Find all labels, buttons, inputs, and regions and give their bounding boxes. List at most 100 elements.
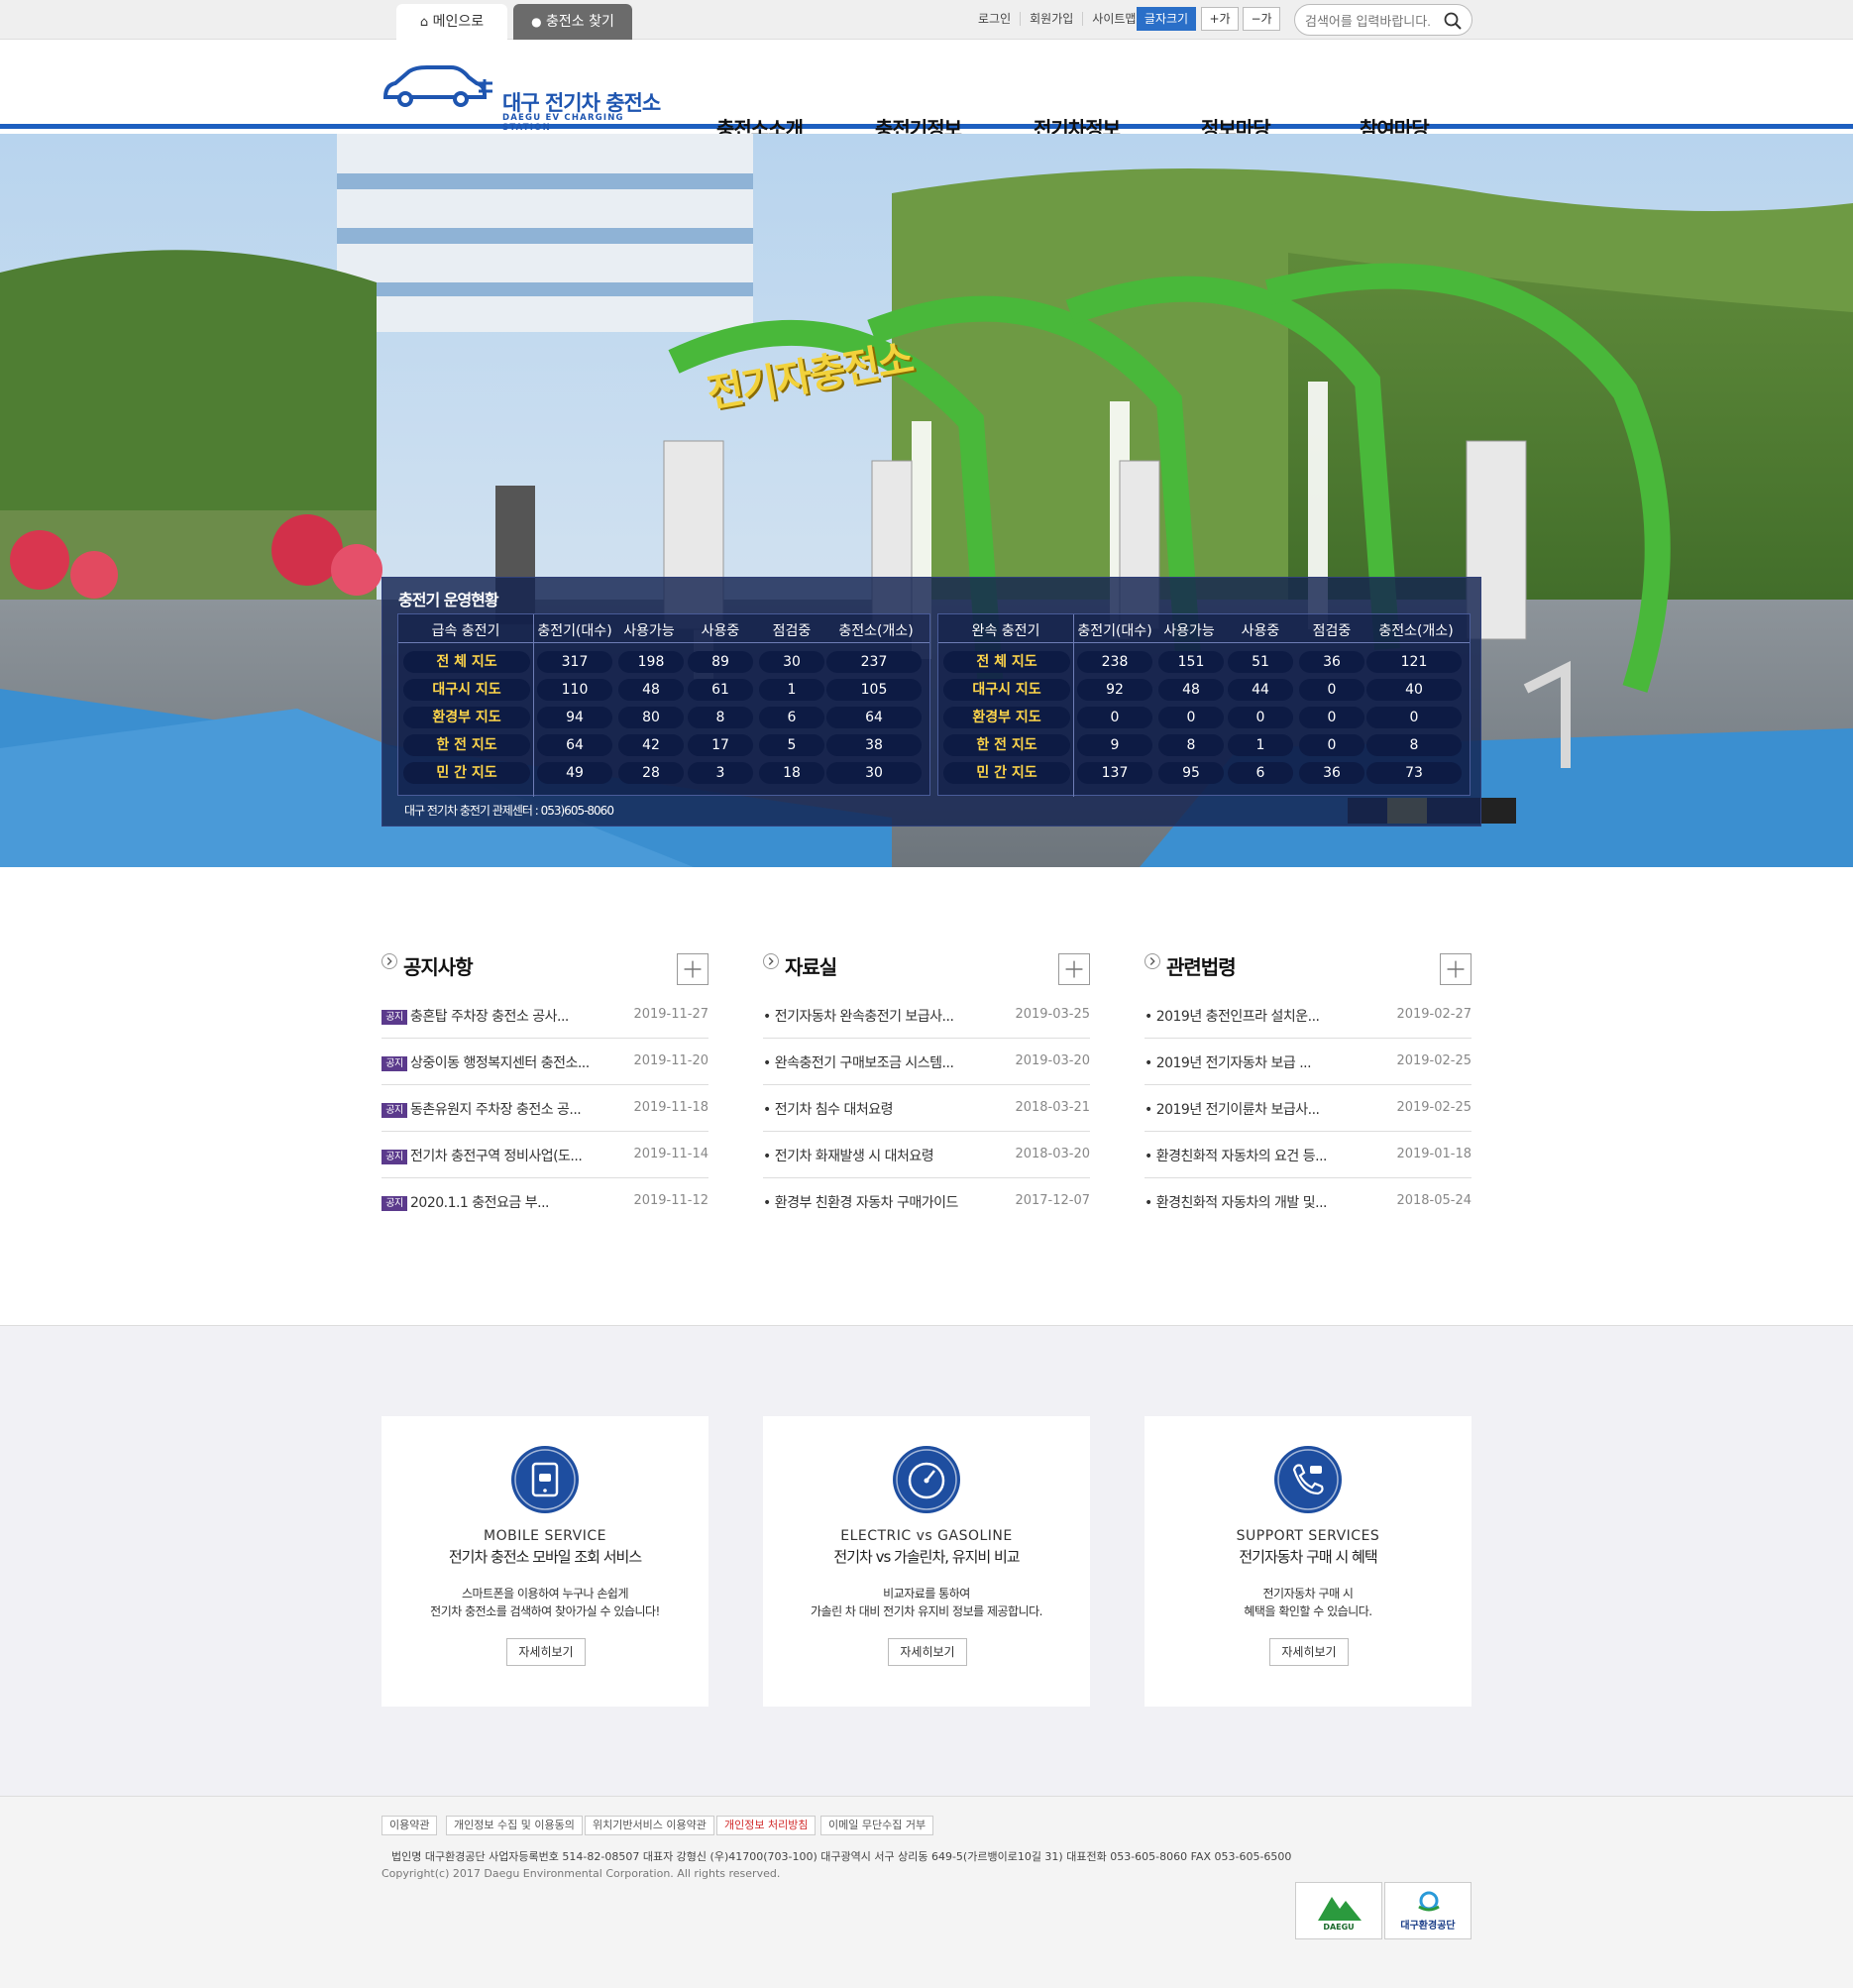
board-row-title-wrap: • 환경친화적 자동차의 개발 및... <box>1144 1192 1327 1212</box>
slow-cell: 0 <box>1228 707 1293 728</box>
board-row[interactable]: • 전기차 침수 대처요령 2018-03-21 <box>763 1085 1090 1132</box>
fast-cell: 237 <box>826 651 922 673</box>
home-icon: ⌂ <box>419 15 429 30</box>
board-title: 자료실 <box>785 955 837 979</box>
board-row-title[interactable]: 동촌유원지 주차장 충전소 공... <box>410 1102 582 1118</box>
fast-map-link[interactable]: 전 체 지도 <box>403 651 530 673</box>
board-row[interactable]: • 환경부 친환경 자동차 구매가이드 2017-12-07 <box>763 1178 1090 1225</box>
charger-status-panel: 충전기 운영현황 급속 충전기 충전기(대수) 사용가능 사용중 점검중 충전소(개소) 전… <box>382 577 1481 827</box>
slow-cell: 137 <box>1077 762 1152 784</box>
font-decrease-button[interactable]: −가 <box>1243 7 1280 31</box>
board-row-title[interactable]: 2020.1.1 충전요금 부... <box>410 1195 550 1211</box>
more-plus-icon[interactable] <box>1058 953 1090 985</box>
site-logo[interactable]: 대구 전기차 충전소 DAEGU EV CHARGING STATION <box>382 61 664 133</box>
env-corp-logo-text: 대구환경공단 <box>1400 1921 1456 1932</box>
services-section: MOBILE SERVICE 전기차 충전소 모바일 조회 서비스 스마트폰을 이용… <box>0 1325 1853 1796</box>
slow-map-link[interactable]: 민 간 지도 <box>943 762 1070 784</box>
board-row[interactable]: • 환경친화적 자동차의 요건 등... 2019-01-18 <box>1144 1132 1472 1178</box>
footer-link-email-refusal[interactable]: 이메일 무단수집 거부 <box>820 1816 934 1835</box>
fast-cell: 64 <box>537 734 612 756</box>
board-row[interactable]: 공지 동촌유원지 주차장 충전소 공... 2019-11-18 <box>382 1085 708 1132</box>
board-row-title[interactable]: 상중이동 행정복지센터 충전소... <box>410 1055 590 1071</box>
footer-link-location-terms[interactable]: 위치기반서비스 이용약관 <box>585 1816 714 1835</box>
slow-map-link[interactable]: 전 체 지도 <box>943 651 1070 673</box>
board-row-title[interactable]: • 전기차 화재발생 시 대처요령 <box>763 1149 934 1164</box>
slow-cell: 48 <box>1158 679 1224 701</box>
tab-find-station[interactable]: ● 충전소 찾기 <box>513 4 632 40</box>
service-title-ko: 전기자동차 구매 시 혜택 <box>1239 1548 1377 1566</box>
fast-cell: 38 <box>826 734 922 756</box>
board-row-title[interactable]: • 환경부 친환경 자동차 구매가이드 <box>763 1195 958 1211</box>
tab-home[interactable]: ⌂ 메인으로 <box>396 4 507 40</box>
board-row-title[interactable]: • 환경친화적 자동차의 개발 및... <box>1144 1195 1327 1211</box>
fast-map-link[interactable]: 민 간 지도 <box>403 762 530 784</box>
fast-cell: 3 <box>688 762 753 784</box>
fast-header-3: 사용중 <box>701 623 740 639</box>
board-row-title[interactable]: • 완속충전기 구매보조금 시스템... <box>763 1055 954 1071</box>
fast-map-link[interactable]: 환경부 지도 <box>403 707 530 728</box>
board-row-title[interactable]: 전기차 충전구역 정비사업(도... <box>410 1149 583 1164</box>
board-row-title[interactable]: • 2019년 전기이륜차 보급사... <box>1144 1102 1320 1118</box>
board-row[interactable]: 공지 전기차 충전구역 정비사업(도... 2019-11-14 <box>382 1132 708 1178</box>
board-row-title[interactable]: • 2019년 충전인프라 설치운... <box>1144 1009 1320 1025</box>
board-row-date: 2019-11-18 <box>633 1100 708 1115</box>
login-link[interactable]: 로그인 <box>969 12 1022 26</box>
chevron-right-icon <box>382 953 397 969</box>
more-plus-icon[interactable] <box>677 953 708 985</box>
fast-map-link[interactable]: 한 전 지도 <box>403 734 530 756</box>
service-desc-line2: 가솔린 차 대비 전기차 유지비 정보를 제공합니다. <box>810 1604 1043 1618</box>
search-icon[interactable] <box>1444 12 1462 30</box>
archive-board: 자료실 • 전기자동차 완속충전기 보급사... 2019-03-25 • 완속충전기… <box>763 951 1090 1211</box>
footer-link-terms[interactable]: 이용약관 <box>382 1816 438 1835</box>
daegu-city-logo[interactable]: DAEGU <box>1295 1882 1382 1939</box>
board-row-title[interactable]: • 2019년 전기자동차 보급 ... <box>1144 1055 1312 1071</box>
slow-cell: 0 <box>1158 707 1224 728</box>
service-card-support: SUPPORT SERVICES 전기자동차 구매 시 혜택 전기자동차 구매 시혜… <box>1144 1416 1472 1707</box>
search-input[interactable] <box>1305 11 1439 31</box>
slow-cell: 92 <box>1077 679 1152 701</box>
board-row-date: 2018-03-21 <box>1015 1100 1090 1115</box>
board-row[interactable]: • 완속충전기 구매보조금 시스템... 2019-03-20 <box>763 1039 1090 1085</box>
board-row-title[interactable]: 충혼탑 주차장 충전소 공사... <box>410 1009 569 1025</box>
board-row[interactable]: • 2019년 전기자동차 보급 ... 2019-02-25 <box>1144 1039 1472 1085</box>
fast-cell: 61 <box>688 679 753 701</box>
footer-link-privacy-policy[interactable]: 개인정보 처리방침 <box>716 1816 817 1835</box>
slow-cell: 238 <box>1077 651 1152 673</box>
board-row[interactable]: 공지 2020.1.1 충전요금 부... 2019-11-12 <box>382 1178 708 1225</box>
fast-cell: 80 <box>618 707 684 728</box>
board-row-title[interactable]: • 환경친화적 자동차의 요건 등... <box>1144 1149 1327 1164</box>
slow-cell: 0 <box>1299 707 1364 728</box>
slow-map-link[interactable]: 한 전 지도 <box>943 734 1070 756</box>
fast-charger-table: 급속 충전기 충전기(대수) 사용가능 사용중 점검중 충전소(개소) 전 체 지도 317 1… <box>397 613 930 797</box>
environment-corp-logo[interactable]: 대구환경공단 <box>1384 1882 1472 1939</box>
service-title-ko: 전기차 vs 가솔린차, 유지비 비교 <box>833 1548 1020 1566</box>
fast-header-4: 점검중 <box>772 623 812 639</box>
slow-header-5: 충전소(개소) <box>1378 623 1454 639</box>
more-plus-icon[interactable] <box>1440 953 1472 985</box>
fast-map-link[interactable]: 대구시 지도 <box>403 679 530 701</box>
label-divider <box>1073 614 1074 797</box>
service-detail-button[interactable]: 자세히보기 <box>1269 1638 1349 1666</box>
service-detail-button[interactable]: 자세히보기 <box>888 1638 967 1666</box>
board-row[interactable]: • 2019년 전기이륜차 보급사... 2019-02-25 <box>1144 1085 1472 1132</box>
signup-link[interactable]: 회원가입 <box>1021 12 1084 26</box>
board-row-title-wrap: • 2019년 전기이륜차 보급사... <box>1144 1099 1320 1119</box>
board-row[interactable]: 공지 상중이동 행정복지센터 충전소... 2019-11-20 <box>382 1039 708 1085</box>
chevron-right-icon <box>1144 953 1160 969</box>
board-row[interactable]: • 환경친화적 자동차의 개발 및... 2018-05-24 <box>1144 1178 1472 1225</box>
board-row-title[interactable]: • 전기차 침수 대처요령 <box>763 1102 894 1118</box>
board-row[interactable]: • 전기자동차 완속충전기 보급사... 2019-03-25 <box>763 992 1090 1039</box>
font-size-button[interactable]: 글자크기 <box>1137 7 1196 31</box>
board-row[interactable]: • 전기차 화재발생 시 대처요령 2018-03-20 <box>763 1132 1090 1178</box>
slow-header-1: 충전기(대수) <box>1077 623 1152 639</box>
service-detail-button[interactable]: 자세히보기 <box>506 1638 586 1666</box>
board-row[interactable]: 공지 충혼탑 주차장 충전소 공사... 2019-11-27 <box>382 992 708 1039</box>
font-increase-button[interactable]: +가 <box>1201 7 1239 31</box>
footer-link-privacy-consent[interactable]: 개인정보 수집 및 이용동의 <box>446 1816 583 1835</box>
fast-cell: 49 <box>537 762 612 784</box>
board-row-title[interactable]: • 전기자동차 완속충전기 보급사... <box>763 1009 954 1025</box>
board-row[interactable]: • 2019년 충전인프라 설치운... 2019-02-27 <box>1144 992 1472 1039</box>
slow-map-link[interactable]: 환경부 지도 <box>943 707 1070 728</box>
slow-map-link[interactable]: 대구시 지도 <box>943 679 1070 701</box>
footer-copyright: Copyright(c) 2017 Daegu Environmental Co… <box>382 1867 781 1880</box>
